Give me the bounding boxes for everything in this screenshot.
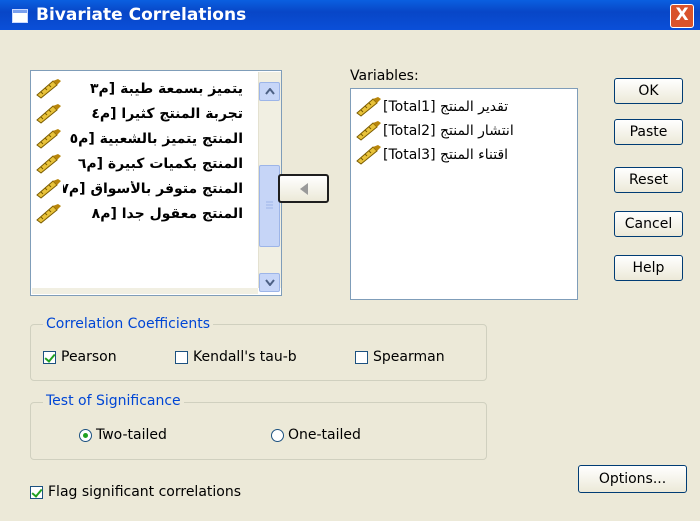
checkbox-box[interactable] (30, 485, 43, 499)
move-variable-button[interactable] (278, 174, 329, 203)
ruler-pencil-icon (35, 79, 63, 99)
flag-significant-label: Flag significant correlations (48, 484, 242, 500)
list-item[interactable]: المنتج متوفر بالأسواق [م٧ (35, 177, 243, 201)
list-item[interactable]: تجربة المنتج كثيرا [م٤ (35, 102, 243, 126)
paste-button[interactable]: Paste (614, 119, 683, 145)
ruler-pencil-icon (35, 129, 63, 149)
help-button[interactable]: Help (614, 255, 683, 281)
pearson-label: Pearson (61, 349, 117, 365)
list-item[interactable]: المنتج معقول جدا [م٨ (35, 202, 243, 226)
variables-list[interactable]: تقدير المنتج [Total1] انتشار المنتج [Tot… (350, 88, 578, 300)
list-item[interactable]: المنتج يتميز بالشعبية [م٥ (35, 127, 243, 151)
one-tailed-radio[interactable]: One-tailed (271, 427, 361, 443)
list-item[interactable]: المنتج بكميات كبيرة [م٦ (35, 152, 243, 176)
arrow-left-icon (299, 182, 308, 195)
grip-icon (266, 201, 273, 209)
list-item-label: تجربة المنتج كثيرا [م٤ (91, 106, 243, 122)
pearson-checkbox[interactable]: Pearson (43, 349, 117, 365)
ruler-pencil-icon (355, 145, 383, 165)
list-item[interactable]: تقدير المنتج [Total1] (355, 95, 508, 119)
radio-dot[interactable] (271, 428, 284, 442)
ruler-pencil-icon (35, 104, 63, 124)
window-icon (12, 9, 28, 23)
horizontal-scrollbar[interactable] (32, 288, 258, 294)
scroll-down-button[interactable] (259, 273, 280, 292)
flag-significant-checkbox[interactable]: Flag significant correlations (30, 484, 241, 500)
ruler-pencil-icon (35, 154, 63, 174)
close-button[interactable]: X (670, 4, 694, 28)
list-item-label: تقدير المنتج [Total1] (383, 99, 509, 115)
ok-button[interactable]: OK (614, 78, 683, 104)
scroll-thumb[interactable] (259, 165, 280, 247)
ruler-pencil-icon (35, 204, 63, 224)
list-item[interactable]: انتشار المنتج [Total2] (355, 119, 514, 143)
ruler-pencil-icon (35, 179, 63, 199)
spearman-checkbox[interactable]: Spearman (355, 349, 445, 365)
source-variable-list[interactable]: يتميز بسمعة طيبة [م٣ تجربة المنتج كثيرا … (30, 70, 282, 296)
list-item-label: المنتج متوفر بالأسواق [م٧ (63, 181, 243, 197)
list-item-label: يتميز بسمعة طيبة [م٣ (90, 81, 243, 97)
scroll-up-button[interactable] (259, 82, 280, 101)
test-of-significance-legend: Test of Significance (43, 393, 184, 409)
chevron-up-icon (264, 88, 275, 95)
window-title: Bivariate Correlations (36, 5, 247, 25)
two-tailed-radio[interactable]: Two-tailed (79, 427, 167, 443)
cancel-button[interactable]: Cancel (614, 211, 683, 237)
ruler-pencil-icon (355, 97, 383, 117)
radio-dot[interactable] (79, 428, 92, 442)
list-item-label: اقتناء المنتج [Total3] (383, 147, 509, 163)
list-item[interactable]: اقتناء المنتج [Total3] (355, 143, 508, 167)
one-tailed-label: One-tailed (288, 427, 361, 443)
kendall-checkbox[interactable]: Kendall's tau-b (175, 349, 297, 365)
list-item-label: المنتج يتميز بالشعبية [م٥ (69, 131, 243, 147)
two-tailed-label: Two-tailed (96, 427, 167, 443)
options-button[interactable]: Options... (578, 465, 687, 493)
checkbox-box[interactable] (355, 350, 368, 364)
variables-label: Variables: (350, 68, 419, 84)
chevron-down-icon (264, 279, 275, 286)
correlation-coefficients-legend: Correlation Coefficients (43, 316, 213, 332)
list-item-label: المنتج بكميات كبيرة [م٦ (77, 156, 243, 172)
list-item-label: انتشار المنتج [Total2] (383, 123, 514, 139)
checkbox-box[interactable] (175, 350, 188, 364)
list-item[interactable]: يتميز بسمعة طيبة [م٣ (35, 77, 243, 101)
list-item-label: المنتج معقول جدا [م٨ (91, 206, 243, 222)
ruler-pencil-icon (355, 121, 383, 141)
spearman-label: Spearman (373, 349, 445, 365)
title-bar: Bivariate Correlations X (0, 0, 700, 30)
checkbox-box[interactable] (43, 350, 56, 364)
kendall-label: Kendall's tau-b (193, 349, 297, 365)
reset-button[interactable]: Reset (614, 167, 683, 193)
